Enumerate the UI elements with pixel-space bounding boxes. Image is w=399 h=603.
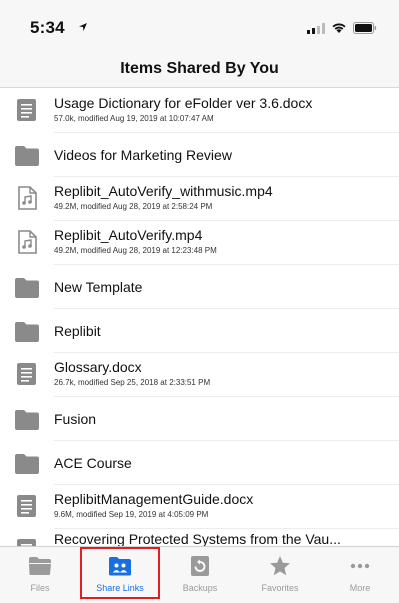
list-item[interactable]: Usage Dictionary for eFolder ver 3.6.doc… <box>0 89 399 133</box>
item-name: Replibit_AutoVerify_withmusic.mp4 <box>54 183 273 199</box>
list-item[interactable]: Recovering Protected Systems from the Va… <box>0 529 399 546</box>
tab-label: Share Links <box>96 583 144 593</box>
audio-file-icon <box>18 186 37 210</box>
signal-icon <box>307 22 325 34</box>
item-name: Recovering Protected Systems from the Va… <box>54 531 341 546</box>
document-icon <box>17 363 36 385</box>
tab-label: More <box>349 583 371 593</box>
list-item[interactable]: ReplibitManagementGuide.docx 9.6M, modif… <box>0 485 399 529</box>
wifi-icon <box>332 23 346 33</box>
more-icon <box>350 563 370 569</box>
nav-bar: Items Shared By You <box>0 52 399 88</box>
tab-bar: Files Share Links Backups Favorites More <box>0 546 399 603</box>
item-meta: 9.6M, modified Sep 19, 2019 at 4:05:09 P… <box>54 510 209 519</box>
item-meta: 57.0k, modified Aug 19, 2019 at 10:07:47… <box>54 114 214 123</box>
item-name: Videos for Marketing Review <box>54 147 232 163</box>
folder-icon <box>15 146 39 166</box>
star-icon <box>270 556 290 576</box>
audio-file-icon <box>18 230 37 254</box>
item-meta: 49.2M, modified Aug 28, 2019 at 2:58:24 … <box>54 202 213 211</box>
tab-backups[interactable]: Backups <box>160 547 240 599</box>
tab-files[interactable]: Files <box>0 547 80 599</box>
list-item[interactable]: Replibit_AutoVerify.mp4 49.2M, modified … <box>0 221 399 265</box>
folder-icon <box>15 454 39 474</box>
battery-icon <box>353 22 377 34</box>
tab-label: Files <box>30 583 50 593</box>
folder-icon <box>15 410 39 430</box>
shared-items-list: Usage Dictionary for eFolder ver 3.6.doc… <box>0 89 399 546</box>
tab-more[interactable]: More <box>320 547 399 599</box>
list-item[interactable]: Glossary.docx 26.7k, modified Sep 25, 20… <box>0 353 399 397</box>
item-meta: 49.2M, modified Aug 28, 2019 at 12:23:48… <box>54 246 217 255</box>
tab-share-links[interactable]: Share Links <box>80 547 160 599</box>
document-icon <box>17 539 36 546</box>
shared-folder-icon <box>109 557 131 576</box>
list-item[interactable]: Replibit_AutoVerify_withmusic.mp4 49.2M,… <box>0 177 399 221</box>
list-item[interactable]: ACE Course <box>0 441 399 485</box>
item-name: Usage Dictionary for eFolder ver 3.6.doc… <box>54 95 313 111</box>
folder-icon <box>15 322 39 342</box>
folder-icon <box>29 557 51 575</box>
document-icon <box>17 495 36 517</box>
item-meta: 26.7k, modified Sep 25, 2018 at 2:33:51 … <box>54 378 211 387</box>
status-time: 5:34 <box>30 18 65 37</box>
item-name: Glossary.docx <box>54 359 142 375</box>
status-indicators <box>307 22 377 34</box>
item-name: Fusion <box>54 411 97 427</box>
backup-icon <box>191 556 209 576</box>
item-name: ACE Course <box>54 455 132 471</box>
list-item[interactable]: Fusion <box>0 397 399 441</box>
list-item[interactable]: Videos for Marketing Review <box>0 133 399 177</box>
tab-label: Backups <box>182 583 218 593</box>
page-title: Items Shared By You <box>120 60 279 77</box>
status-bar: 5:34 <box>0 0 399 52</box>
item-name: Replibit <box>54 323 101 339</box>
document-icon <box>17 99 36 121</box>
list-item[interactable]: New Template <box>0 265 399 309</box>
item-name: ReplibitManagementGuide.docx <box>54 491 254 507</box>
tab-favorites[interactable]: Favorites <box>240 547 320 599</box>
folder-icon <box>15 278 39 298</box>
location-arrow-icon <box>79 23 87 31</box>
list-item[interactable]: Replibit <box>0 309 399 353</box>
item-name: Replibit_AutoVerify.mp4 <box>54 227 203 243</box>
tab-label: Favorites <box>261 583 299 593</box>
item-name: New Template <box>54 279 143 295</box>
